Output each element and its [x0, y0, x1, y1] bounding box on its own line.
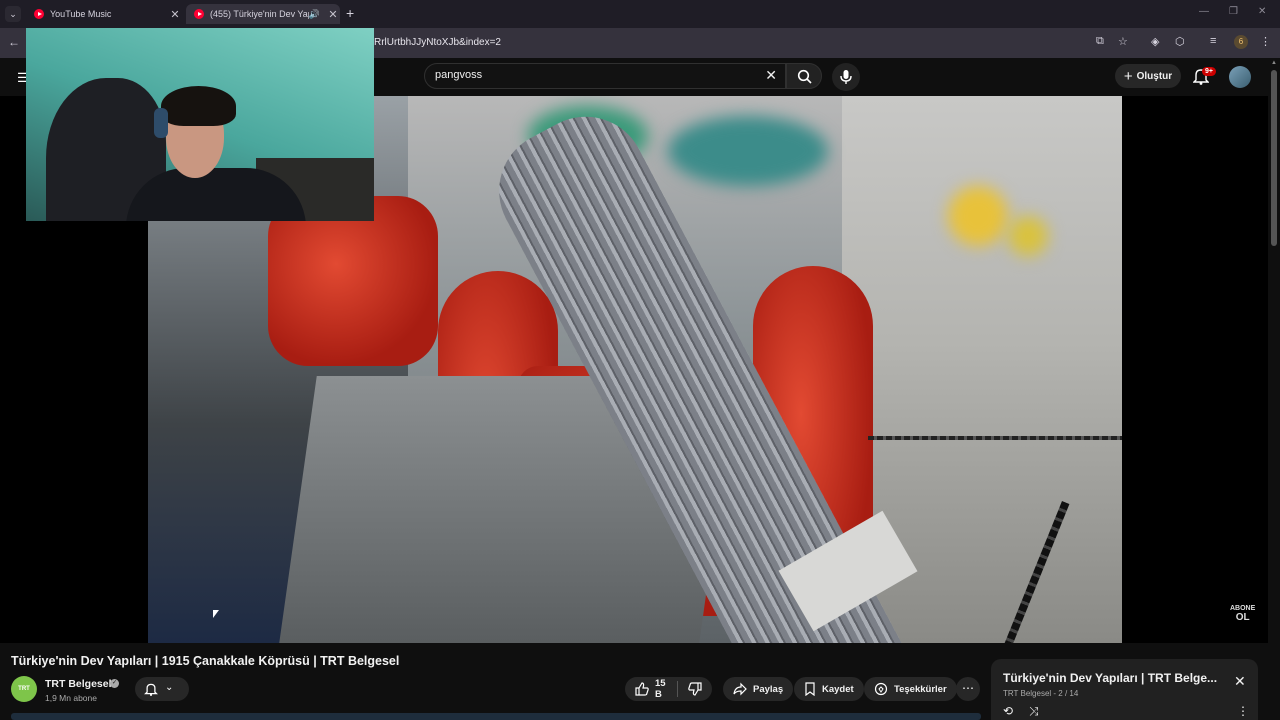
channel-name[interactable]: TRT Belgesel: [45, 678, 112, 690]
scrollbar-thumb[interactable]: [1271, 70, 1277, 246]
search-button[interactable]: [786, 63, 822, 89]
scene-blob: [1008, 216, 1048, 256]
subscriber-count: 1,9 Mn abone: [45, 693, 97, 703]
profile-badge[interactable]: 6: [1234, 35, 1248, 49]
divider: [677, 681, 678, 697]
new-tab-button[interactable]: +: [346, 5, 354, 21]
mouse-cursor-icon: [213, 610, 219, 618]
close-tab-icon[interactable]: ✕: [168, 8, 182, 21]
thanks-icon: [874, 682, 888, 696]
red-reel: [268, 196, 438, 366]
share-button[interactable]: Paylaş: [723, 677, 794, 701]
tab-list-button[interactable]: ⌄: [5, 6, 21, 22]
playlist-position: 2 / 14: [1058, 689, 1079, 698]
page-scrollbar[interactable]: ▲: [1268, 58, 1280, 720]
search-input[interactable]: [435, 69, 755, 81]
media-control-icon[interactable]: ≡: [1210, 35, 1216, 47]
restore-icon[interactable]: ❐: [1229, 6, 1238, 17]
create-button[interactable]: + Oluştur: [1115, 64, 1181, 88]
playlist-channel: TRT Belgesel: [1003, 689, 1052, 698]
search-icon: [797, 69, 812, 84]
scene-blob: [948, 186, 1008, 246]
microphone-icon: [840, 70, 852, 84]
more-actions-icon[interactable]: ⋯: [956, 677, 980, 701]
share-icon: [733, 682, 747, 696]
loop-icon[interactable]: ⟲: [1003, 704, 1013, 718]
tab-title: YouTube Music: [50, 9, 112, 19]
url-text[interactable]: RrlUrtbhJJyNtoXJb&index=2: [374, 37, 501, 48]
thanks-label: Teşekkürler: [894, 683, 947, 695]
like-dislike-group: 15 B: [625, 677, 712, 701]
menu-dots-icon[interactable]: ⋮: [1260, 35, 1271, 48]
puzzle-icon[interactable]: ⬡: [1175, 35, 1185, 48]
bookmark-icon: [805, 682, 815, 696]
description-box-edge: [11, 713, 981, 720]
close-window-icon[interactable]: ✕: [1258, 6, 1266, 17]
notification-count-badge: 9+: [1202, 67, 1216, 76]
plus-icon: +: [1123, 67, 1133, 85]
create-label: Oluştur: [1136, 70, 1173, 82]
like-count[interactable]: 15 B: [655, 678, 667, 700]
install-app-icon[interactable]: ⧉: [1096, 35, 1104, 48]
webcam-headphones: [154, 108, 168, 138]
audio-playing-icon[interactable]: 🔊: [309, 9, 320, 20]
playlist-menu-icon[interactable]: ⋮: [1237, 704, 1249, 718]
browser-tab-bar: ⌄ YouTube Music ✕ (455) Türkiye'nin Dev …: [0, 0, 1280, 28]
voice-search-button[interactable]: [832, 63, 860, 91]
save-label: Kaydet: [822, 683, 854, 695]
extension-icon[interactable]: ◈: [1151, 35, 1159, 48]
playlist-title[interactable]: Türkiye'nin Dev Yapıları | TRT Belge...: [1003, 671, 1217, 685]
back-arrow-icon[interactable]: ←: [8, 35, 20, 49]
tab-youtube-music[interactable]: YouTube Music ✕: [26, 4, 182, 24]
search-box[interactable]: ✕: [424, 63, 786, 89]
thanks-button[interactable]: Teşekkürler: [864, 677, 957, 701]
video-title: Türkiye'nin Dev Yapıları | 1915 Çanakkal…: [11, 654, 400, 668]
playlist-subtitle: TRT Belgesel - 2 / 14: [1003, 689, 1079, 698]
close-playlist-icon[interactable]: ✕: [1234, 673, 1246, 690]
clear-search-icon[interactable]: ✕: [765, 67, 777, 84]
youtube-icon: [194, 9, 204, 19]
verified-badge-icon: ✓: [110, 679, 119, 688]
bell-icon: [144, 683, 158, 696]
scroll-up-icon[interactable]: ▲: [1271, 60, 1277, 66]
subscription-button[interactable]: ⌄: [135, 677, 189, 701]
save-button[interactable]: Kaydet: [794, 677, 864, 701]
webcam-person-hair: [161, 86, 236, 126]
bookmark-star-icon[interactable]: ☆: [1118, 35, 1128, 48]
share-label: Paylaş: [753, 683, 784, 695]
shuffle-icon[interactable]: ⤨: [1029, 704, 1039, 719]
dislike-icon[interactable]: [688, 682, 702, 696]
playlist-panel[interactable]: Türkiye'nin Dev Yapıları | TRT Belge... …: [991, 659, 1258, 720]
chain: [868, 436, 1122, 440]
account-avatar[interactable]: [1229, 66, 1251, 88]
chevron-down-icon: ⌄: [165, 682, 174, 693]
tab-youtube-video[interactable]: (455) Türkiye'nin Dev Yapıla 🔊 ✕: [186, 4, 340, 24]
tab-title: (455) Türkiye'nin Dev Yapıla: [210, 9, 309, 19]
minimize-icon[interactable]: —: [1199, 6, 1209, 17]
youtube-music-icon: [34, 9, 44, 19]
scene-blob: [668, 116, 828, 186]
like-icon[interactable]: [635, 682, 649, 696]
subscribe-watermark[interactable]: ABONE OL: [1230, 604, 1256, 623]
close-tab-icon[interactable]: ✕: [326, 8, 340, 21]
watermark-top: ABONE: [1230, 605, 1256, 612]
watermark-bottom: OL: [1235, 612, 1250, 623]
channel-avatar[interactable]: TRT: [11, 676, 37, 702]
webcam-overlay: [26, 28, 374, 221]
